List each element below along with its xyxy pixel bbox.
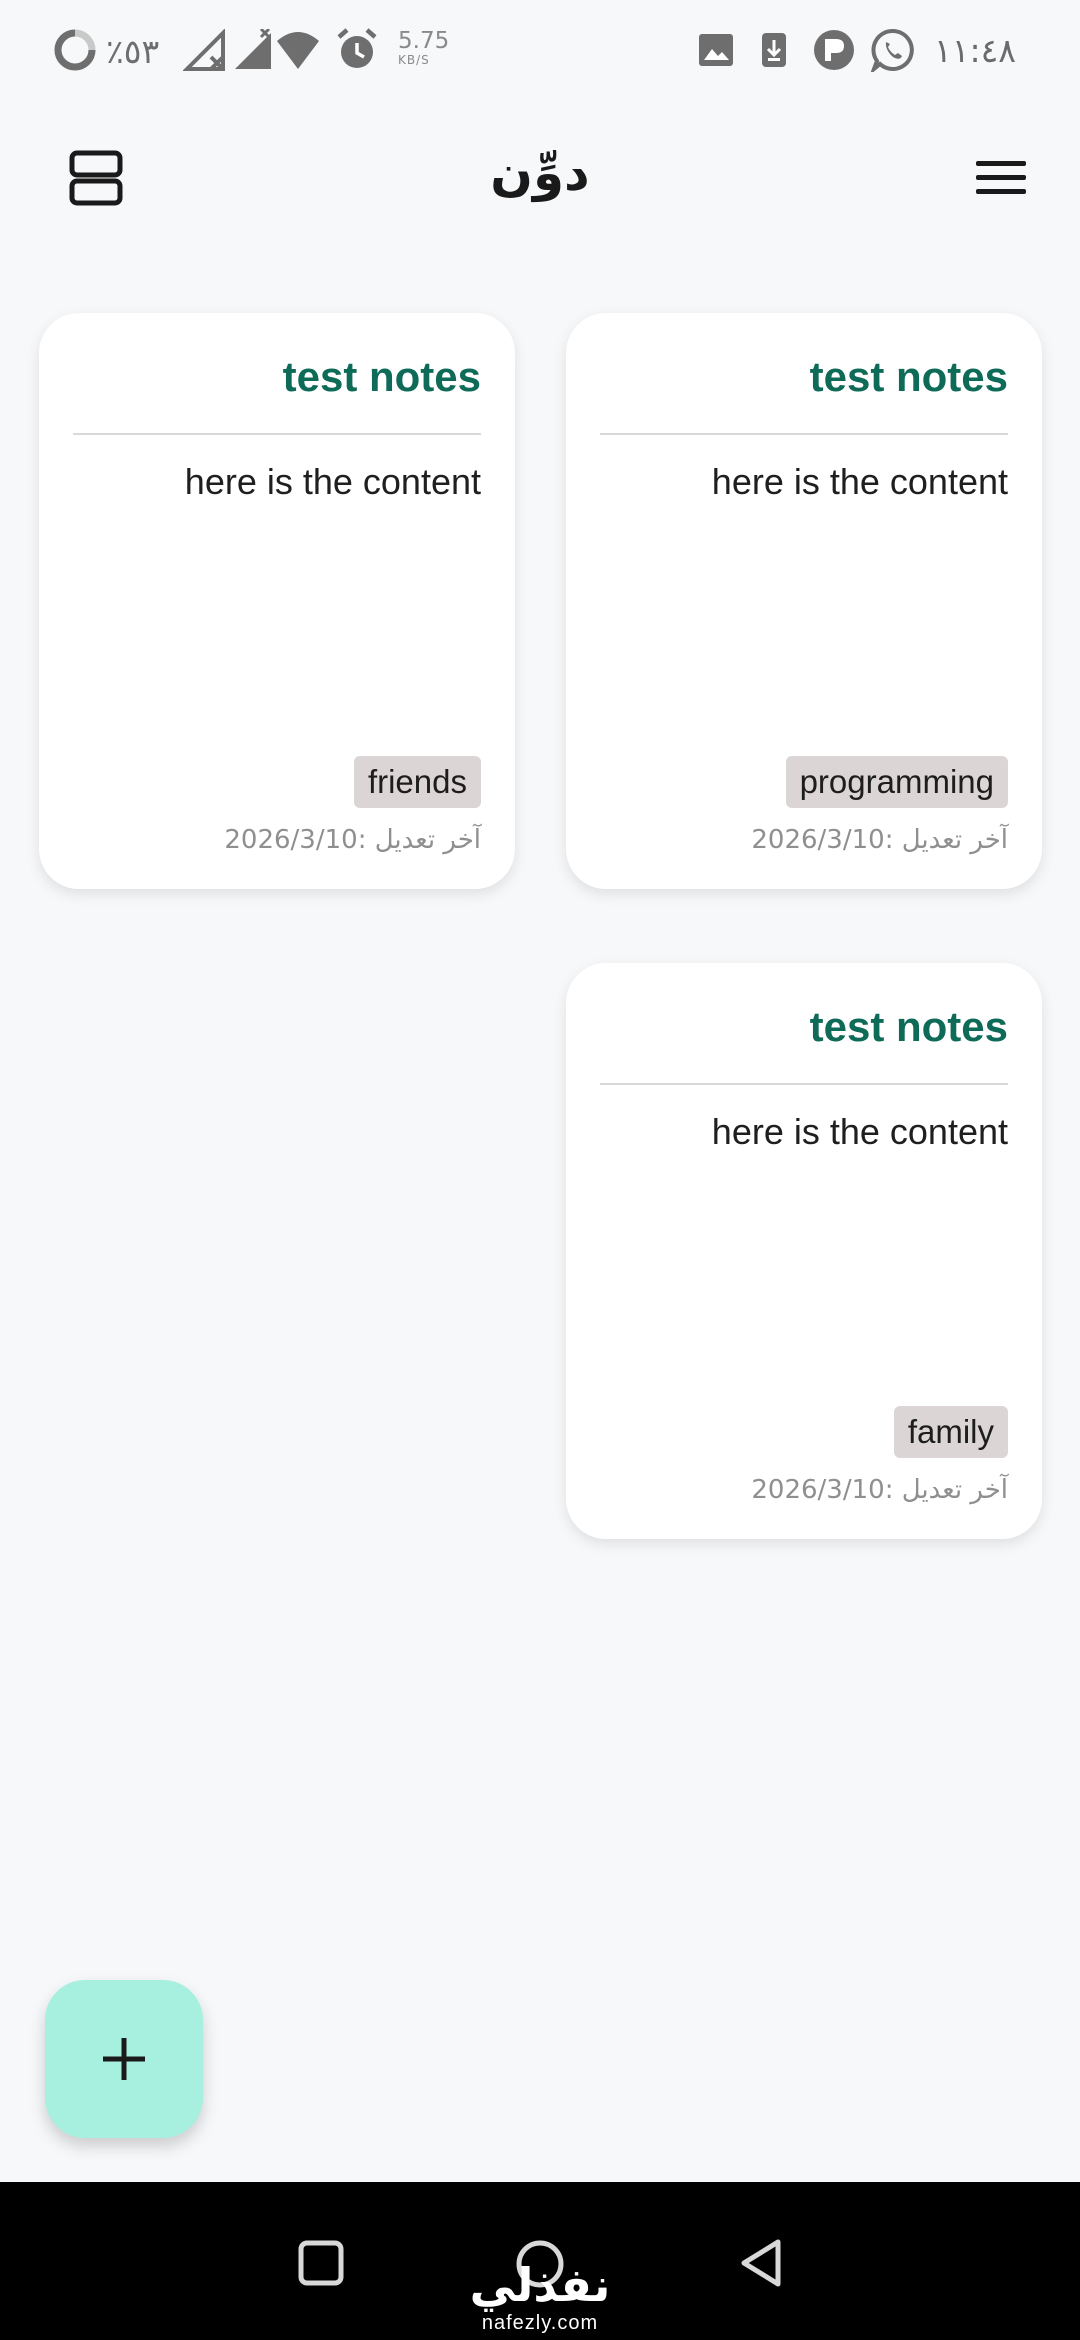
note-card[interactable]: test notes here is the content family آخ… <box>566 963 1042 1539</box>
note-title: test notes <box>809 1003 1008 1050</box>
back-button[interactable] <box>730 2232 792 2294</box>
note-content: here is the content <box>184 461 481 502</box>
note-content: here is the content <box>711 1111 1008 1152</box>
note-tag: programming <box>785 756 1008 808</box>
note-title: test notes <box>809 353 1008 400</box>
note-content: here is the content <box>711 461 1008 502</box>
note-title: test notes <box>282 353 481 400</box>
watermark: نفذلي nafezly.com <box>440 2262 640 2335</box>
note-card[interactable]: test notes here is the content programmi… <box>566 313 1042 889</box>
network-speed-value: 5.75 <box>398 28 450 54</box>
battery-percent: ٪٥٣ <box>106 31 160 71</box>
wifi-icon <box>274 28 322 74</box>
screen: ٪٥٣ 5.75 KB/S ١١:٤٨ دوِّن test notes her… <box>0 0 1080 2340</box>
menu-icon <box>976 161 1026 194</box>
download-icon <box>758 30 790 70</box>
plus-icon <box>103 2038 145 2080</box>
alarm-icon <box>334 26 380 74</box>
note-tag: family <box>893 1406 1008 1458</box>
signal-icon <box>230 28 276 74</box>
layout-toggle-button[interactable] <box>60 142 132 214</box>
image-icon <box>696 30 736 70</box>
square-icon <box>298 2240 344 2286</box>
watermark-arabic: نفذلي <box>469 2258 611 2312</box>
app-title: دوِّن <box>490 144 590 202</box>
note-date: آخر تعديل :2026/3/10 <box>751 1475 1008 1505</box>
app-bar: دوِّن <box>0 120 1080 246</box>
view-agenda-icon <box>69 150 123 206</box>
note-divider <box>600 433 1008 435</box>
note-card[interactable]: test notes here is the content friends آ… <box>39 313 515 889</box>
status-bar: ٪٥٣ 5.75 KB/S ١١:٤٨ <box>0 0 1080 100</box>
note-divider <box>73 433 481 435</box>
note-divider <box>600 1083 1008 1085</box>
recents-button[interactable] <box>290 2232 352 2294</box>
note-date: آخر تعديل :2026/3/10 <box>224 825 481 855</box>
note-tag: friends <box>353 756 481 808</box>
network-speed-unit: KB/S <box>398 53 430 67</box>
signal-off-icon <box>182 28 228 74</box>
network-speed: 5.75 KB/S <box>398 28 458 67</box>
clock: ١١:٤٨ <box>934 30 1017 70</box>
note-date: آخر تعديل :2026/3/10 <box>751 825 1008 855</box>
add-note-button[interactable] <box>45 1980 203 2138</box>
app-p-icon <box>812 28 856 72</box>
watermark-latin: nafezly.com <box>481 2312 599 2334</box>
back-triangle-icon <box>741 2239 781 2287</box>
menu-button[interactable] <box>964 146 1038 210</box>
whatsapp-icon <box>870 27 916 73</box>
battery-ring-icon <box>52 27 98 73</box>
